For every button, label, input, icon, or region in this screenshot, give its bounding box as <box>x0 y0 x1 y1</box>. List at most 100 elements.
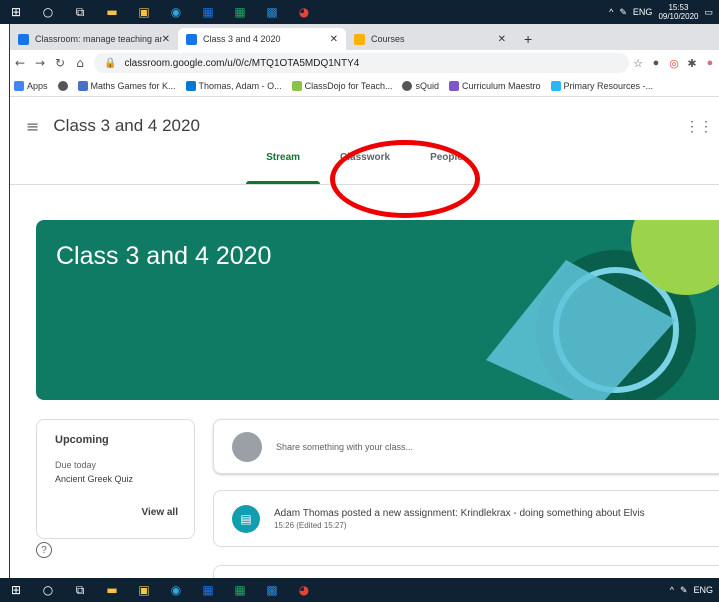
bookmark-label: Apps <box>27 81 48 91</box>
puzzle-icon[interactable]: ✱ <box>683 57 701 70</box>
class-banner: Class 3 and 4 2020 <box>36 220 719 400</box>
globe-icon <box>57 81 68 91</box>
search-icon[interactable]: ○ <box>37 3 59 21</box>
forward-icon[interactable]: → <box>30 56 50 70</box>
app-icon[interactable]: ▩ <box>261 581 283 599</box>
close-icon[interactable]: ✕ <box>498 34 506 45</box>
globe-icon <box>402 81 413 91</box>
star-icon[interactable]: ☆ <box>629 57 647 70</box>
curriculum-icon <box>448 81 459 91</box>
notification-icon[interactable]: ▭ <box>704 7 713 18</box>
tab-classroom-help[interactable]: Classroom: manage teaching an... ✕ <box>10 28 178 50</box>
classroom-favicon-icon <box>18 33 29 45</box>
extension-icon[interactable]: ● <box>647 57 665 69</box>
bookmark-apps[interactable]: Apps <box>14 81 48 91</box>
classroom-favicon-icon <box>186 33 197 45</box>
assignment-post[interactable]: ▤ Adam Thomas posted a new assignment: K… <box>213 490 719 547</box>
tab-strip: Classroom: manage teaching an... ✕ Class… <box>10 24 719 50</box>
clock-time: 15:53 <box>668 3 689 12</box>
pen-icon[interactable]: ✎ <box>680 585 688 596</box>
url-text: classroom.google.com/u/0/c/MTQ1OTA5MDQ1N… <box>124 57 360 69</box>
post-time: 15:26 (Edited 15:27) <box>274 520 347 530</box>
bookmark-squid[interactable]: sQuid <box>402 81 439 91</box>
banner-title: Class 3 and 4 2020 <box>56 242 272 270</box>
bottom-taskbar: ⊞ ○ ⧉ ▬ ▣ ◉ ▦ ▦ ▩ ◕ ^ ✎ ENG <box>0 578 719 602</box>
help-icon[interactable]: ? <box>36 542 52 558</box>
bookmarks-bar: Apps Maths Games for K... Thomas, Adam -… <box>10 76 719 97</box>
tab-stream[interactable]: Stream <box>246 130 320 184</box>
store-icon[interactable]: ▣ <box>133 3 155 21</box>
upcoming-item[interactable]: Ancient Greek Quiz <box>55 474 176 484</box>
new-tab-button[interactable]: + <box>514 28 542 50</box>
maths-icon <box>77 81 88 91</box>
outlook-icon <box>185 81 196 91</box>
top-taskbar: ⊞ ○ ⧉ ▬ ▣ ◉ ▦ ▦ ▩ ◕ ^ ✎ ENG 15:53 09/10/… <box>0 0 719 24</box>
bookmark-thomas[interactable]: Thomas, Adam - O... <box>185 81 282 91</box>
red-highlight-circle <box>330 140 480 218</box>
apps-grid-icon <box>14 81 24 91</box>
outlook-icon[interactable]: ▦ <box>197 3 219 21</box>
view-all-link[interactable]: View all <box>141 507 178 518</box>
language-indicator[interactable]: ENG <box>633 7 653 17</box>
edge-icon[interactable]: ◉ <box>165 581 187 599</box>
chrome-icon[interactable]: ◕ <box>293 3 315 21</box>
assignment-icon: ▤ <box>232 504 260 533</box>
address-bar[interactable]: 🔒 classroom.google.com/u/0/c/MTQ1OTA5MDQ… <box>94 53 629 73</box>
back-icon[interactable]: ← <box>10 56 30 70</box>
bookmark-classdojo[interactable]: ClassDojo for Teach... <box>291 81 393 91</box>
address-bar-row: ← → ↻ ⌂ 🔒 classroom.google.com/u/0/c/MTQ… <box>10 50 719 76</box>
app-icon[interactable]: ▩ <box>261 3 283 21</box>
left-border <box>0 24 10 578</box>
pen-icon[interactable]: ✎ <box>619 7 627 18</box>
tab-label: Class 3 and 4 2020 <box>203 34 281 44</box>
clock[interactable]: 15:53 09/10/2020 <box>658 3 698 21</box>
bookmark-label: Curriculum Maestro <box>461 81 541 91</box>
search-icon[interactable]: ○ <box>37 581 59 599</box>
file-explorer-icon[interactable]: ▬ <box>101 581 123 599</box>
bookmark-label: ClassDojo for Teach... <box>304 81 393 91</box>
bookmark-maths-games[interactable]: Maths Games for K... <box>77 81 176 91</box>
post-body: Adam Thomas posted a new assignment: Kri… <box>274 508 645 530</box>
avatar <box>232 431 262 462</box>
store-icon[interactable]: ▣ <box>133 581 155 599</box>
outlook-icon[interactable]: ▦ <box>197 581 219 599</box>
reload-icon[interactable]: ↻ <box>50 56 70 70</box>
post-title[interactable]: Adam Thomas posted a new assignment: Kri… <box>274 508 645 519</box>
close-icon[interactable]: ✕ <box>162 34 170 45</box>
windows-start-icon[interactable]: ⊞ <box>5 581 27 599</box>
clock-date: 09/10/2020 <box>658 12 699 21</box>
task-view-icon[interactable]: ⧉ <box>69 3 91 21</box>
excel-icon[interactable]: ▦ <box>229 581 251 599</box>
tab-label: Courses <box>371 34 405 44</box>
excel-icon[interactable]: ▦ <box>229 3 251 21</box>
bookmark-curriculum[interactable]: Curriculum Maestro <box>448 81 541 91</box>
upcoming-title: Upcoming <box>55 434 109 446</box>
share-placeholder: Share something with your class... <box>276 441 414 452</box>
chevron-up-icon[interactable]: ^ <box>670 585 674 595</box>
courses-favicon-icon <box>354 33 365 45</box>
lock-icon: 🔒 <box>104 57 117 69</box>
edge-icon[interactable]: ◉ <box>165 3 187 21</box>
close-icon[interactable]: ✕ <box>330 34 338 45</box>
share-box[interactable]: Share something with your class... <box>213 419 719 474</box>
tab-class[interactable]: Class 3 and 4 2020 ✕ <box>178 28 346 50</box>
chevron-up-icon[interactable]: ^ <box>609 7 613 17</box>
language-indicator[interactable]: ENG <box>693 585 713 595</box>
bookmark-primary-resources[interactable]: Primary Resources -... <box>550 81 654 91</box>
tab-courses[interactable]: Courses ✕ <box>346 28 514 50</box>
extension-icon[interactable]: ◎ <box>665 57 683 70</box>
upcoming-due: Due today <box>55 460 97 470</box>
bookmark-globe[interactable] <box>57 81 68 91</box>
profile-avatar[interactable]: ● <box>701 57 719 69</box>
upcoming-card: Upcoming Due today Ancient Greek Quiz Vi… <box>36 419 195 539</box>
tab-label: Classroom: manage teaching an... <box>35 34 162 44</box>
file-explorer-icon[interactable]: ▬ <box>101 3 123 21</box>
task-view-icon[interactable]: ⧉ <box>69 581 91 599</box>
bookmark-label: Primary Resources -... <box>563 81 654 91</box>
home-icon[interactable]: ⌂ <box>70 56 90 70</box>
chrome-icon[interactable]: ◕ <box>293 581 315 599</box>
banner-illustration <box>486 220 719 400</box>
primary-resources-icon <box>550 81 561 91</box>
bookmark-label: Maths Games for K... <box>90 81 176 91</box>
windows-start-icon[interactable]: ⊞ <box>5 3 27 21</box>
